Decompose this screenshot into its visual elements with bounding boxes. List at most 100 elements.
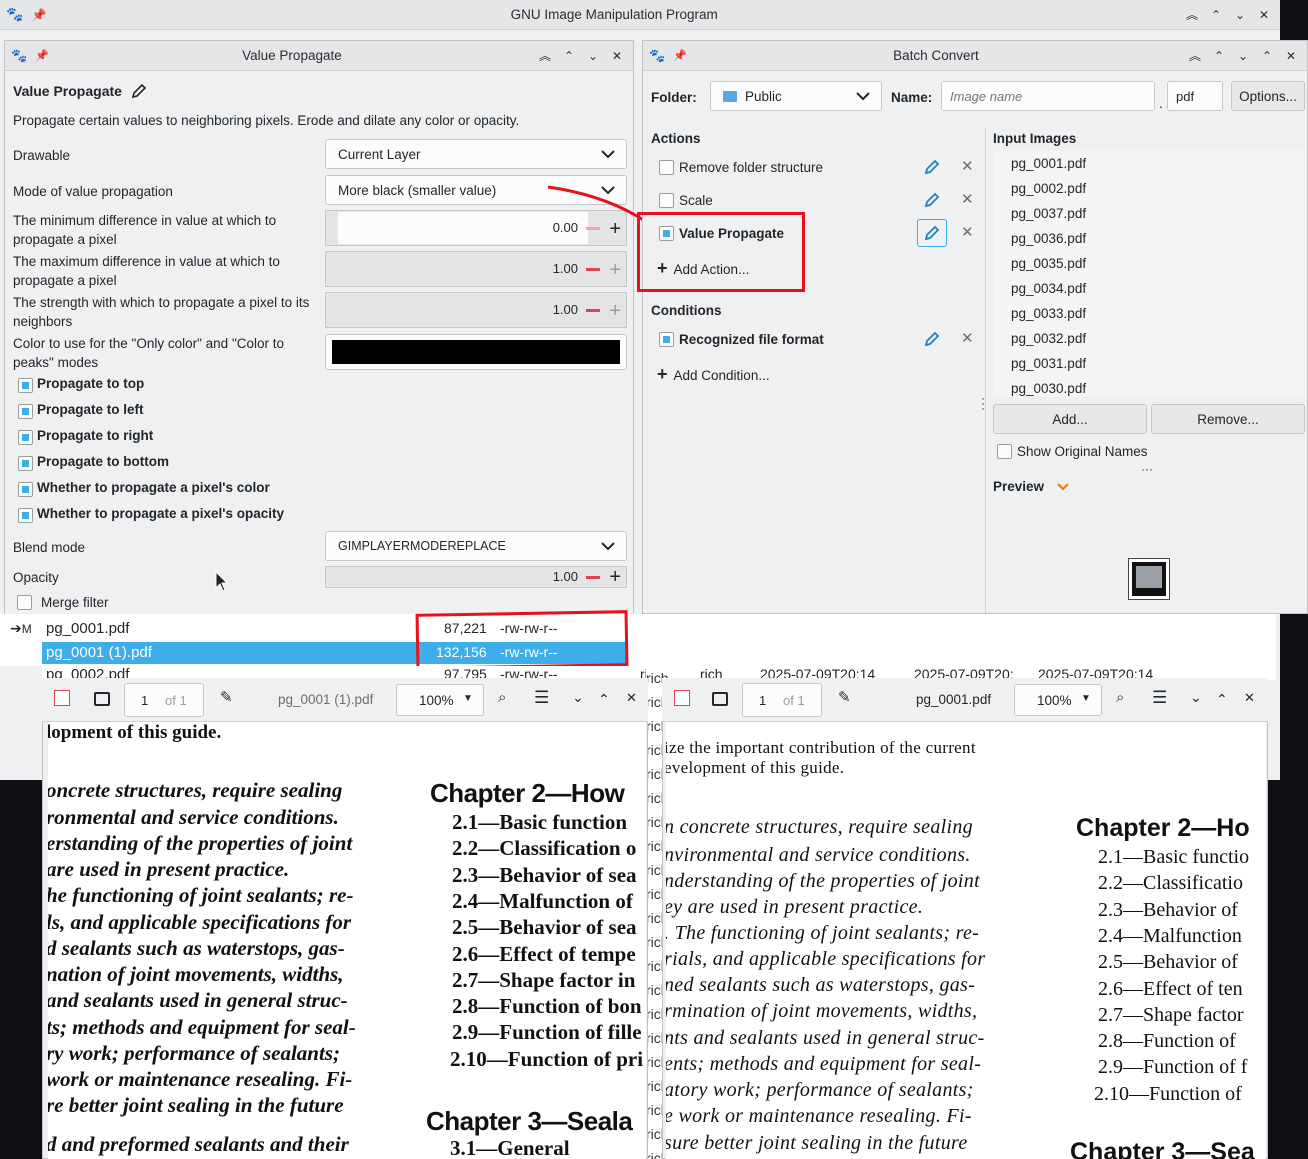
preview-label[interactable]: Preview <box>993 477 1070 496</box>
propagate-checkbox[interactable] <box>18 456 33 471</box>
minimize-icon[interactable]: ⌄ <box>583 46 603 66</box>
zoom-combo[interactable]: 100% ▼ <box>396 684 484 716</box>
action-checkbox[interactable] <box>659 160 674 175</box>
add-condition-button[interactable]: + Add Condition... <box>657 365 770 385</box>
sidebar-toggle-icon[interactable] <box>94 692 110 706</box>
merge-filter-checkbox[interactable] <box>17 595 32 610</box>
chevron-up-icon[interactable]: ⌃ <box>1216 691 1228 708</box>
show-original-names-checkbox[interactable] <box>997 444 1012 459</box>
close-icon[interactable]: ✕ <box>1244 690 1255 706</box>
input-images-list[interactable]: pg_0001.pdf pg_0002.pdf pg_0037.pdf pg_0036… <box>993 151 1305 397</box>
maximize-icon[interactable]: ⌃ <box>1209 46 1229 66</box>
strength-value[interactable]: 1.00 <box>553 302 578 317</box>
annotate-pen-icon[interactable]: ✎ <box>220 688 233 706</box>
batch-convert-titlebar[interactable]: 🐾 📌 Batch Convert ︽ ⌃ ⌄ ⌃ ✕ <box>643 41 1307 71</box>
propagate-checkbox[interactable] <box>18 430 33 445</box>
color-swatch <box>332 340 620 364</box>
close-icon[interactable]: ⌃ <box>1257 46 1277 66</box>
maximize-icon[interactable]: ⌃ <box>559 46 579 66</box>
annotate-pen-icon[interactable]: ✎ <box>838 688 851 706</box>
strength-spinner[interactable]: 1.00 + <box>325 292 627 328</box>
menu-icon[interactable]: ☰ <box>1152 688 1167 708</box>
propagate-checkbox[interactable] <box>18 404 33 419</box>
input-image-item[interactable]: pg_0034.pdf <box>1011 279 1086 298</box>
search-icon[interactable]: ⌕ <box>1116 689 1124 706</box>
folder-combo[interactable]: Public <box>710 81 882 111</box>
menu-icon[interactable]: ☰ <box>534 688 549 708</box>
image-name-input[interactable] <box>941 81 1155 111</box>
edit-pencil-icon[interactable] <box>917 219 947 247</box>
keep-above-icon[interactable]: ︽ <box>535 46 555 66</box>
pdf-toolbar-right: 1 of 1 ✎ pg_0001.pdf 100% ▼ ⌕ ☰ ⌄ ⌃ ✕ <box>662 678 1268 722</box>
extension-input[interactable]: pdf <box>1167 81 1223 111</box>
page-number-input[interactable]: 1 of 1 <box>124 683 204 717</box>
input-image-item[interactable]: pg_0036.pdf <box>1011 229 1086 248</box>
maximize-icon[interactable]: ⌃ <box>1206 5 1226 25</box>
sidebar-toggle-icon[interactable] <box>712 692 728 706</box>
pin-icon[interactable]: 📌 <box>673 49 687 62</box>
input-image-item[interactable]: pg_0033.pdf <box>1011 304 1086 323</box>
input-image-item[interactable]: pg_0035.pdf <box>1011 254 1086 273</box>
add-images-button[interactable]: Add... <box>993 404 1147 434</box>
keep-above-icon[interactable]: ︽ <box>1182 5 1202 25</box>
close-icon[interactable]: ✕ <box>626 690 637 706</box>
input-image-item[interactable]: pg_0001.pdf <box>1011 154 1086 173</box>
page-number-input[interactable]: 1 of 1 <box>742 683 822 717</box>
pin-icon[interactable]: 📌 <box>35 49 49 62</box>
edit-pencil-icon[interactable] <box>923 191 941 209</box>
decrement-icon[interactable] <box>586 268 600 271</box>
propagate-checkbox[interactable] <box>18 378 33 393</box>
max-diff-spinner[interactable]: 1.00 + <box>325 251 627 287</box>
folder-icon <box>723 90 737 102</box>
color-button[interactable] <box>325 334 627 370</box>
chevron-down-icon[interactable]: ⌄ <box>572 689 584 706</box>
options-button[interactable]: Options... <box>1231 81 1305 111</box>
pane-divider[interactable] <box>985 127 986 613</box>
decrement-icon[interactable] <box>586 309 600 312</box>
chevron-up-icon[interactable]: ⌃ <box>598 691 610 708</box>
folder-value: Public <box>745 88 782 104</box>
caret-down-icon: ▼ <box>463 693 473 704</box>
pane-handle-icon[interactable]: ··· <box>1141 462 1153 476</box>
input-image-item[interactable]: pg_0032.pdf <box>1011 329 1086 348</box>
pin-icon[interactable]: 📌 <box>31 8 46 22</box>
propagate-checkbox[interactable] <box>18 482 33 497</box>
edit-pencil-icon[interactable] <box>923 330 941 348</box>
remove-icon[interactable]: ✕ <box>961 329 974 347</box>
action-checkbox[interactable] <box>659 193 674 208</box>
blend-combo[interactable]: GIMPLAYERMODEREPLACE <box>325 531 627 561</box>
main-titlebar[interactable]: 🐾 📌 GNU Image Manipulation Program ︽ ⌃ ⌄… <box>0 0 1280 30</box>
propagate-checkbox[interactable] <box>18 508 33 523</box>
input-image-item[interactable]: pg_0031.pdf <box>1011 354 1086 373</box>
increment-icon[interactable]: + <box>609 567 621 587</box>
remove-icon[interactable]: ✕ <box>961 157 974 175</box>
opacity-spinner[interactable]: 1.00 + <box>325 566 627 588</box>
minimize-icon[interactable]: ⌄ <box>1230 5 1250 25</box>
zoom-combo[interactable]: 100% ▼ <box>1014 684 1102 716</box>
close-icon[interactable]: ✕ <box>1281 46 1301 66</box>
increment-icon[interactable]: + <box>609 301 621 321</box>
remove-icon[interactable]: ✕ <box>961 190 974 208</box>
value-propagate-titlebar[interactable]: 🐾 📌 Value Propagate ︽ ⌃ ⌄ ✕ <box>5 41 633 71</box>
input-image-item[interactable]: pg_0030.pdf <box>1011 379 1086 398</box>
input-image-item[interactable]: pg_0002.pdf <box>1011 179 1086 198</box>
pane-handle-icon[interactable]: ··· <box>981 392 985 414</box>
minimize-icon[interactable]: ⌄ <box>1233 46 1253 66</box>
batch-convert-dialog: 🐾 📌 Batch Convert ︽ ⌃ ⌄ ⌃ ✕ Folder: Publ… <box>642 40 1308 614</box>
max-diff-value[interactable]: 1.00 <box>553 261 578 276</box>
close-icon[interactable]: ✕ <box>1254 5 1274 25</box>
edit-pencil-icon[interactable] <box>131 83 147 99</box>
drawable-combo[interactable]: Current Layer <box>325 139 627 169</box>
increment-icon[interactable]: + <box>609 260 621 280</box>
input-image-item[interactable]: pg_0037.pdf <box>1011 204 1086 223</box>
chevron-down-icon[interactable]: ⌄ <box>1190 689 1202 706</box>
close-icon[interactable]: ✕ <box>607 46 627 66</box>
opacity-value[interactable]: 1.00 <box>553 569 578 584</box>
edit-pencil-icon[interactable] <box>923 158 941 176</box>
remove-images-button[interactable]: Remove... <box>1151 404 1305 434</box>
decrement-icon[interactable] <box>586 576 600 579</box>
search-icon[interactable]: ⌕ <box>498 689 506 706</box>
remove-icon[interactable]: ✕ <box>961 223 974 241</box>
keep-above-icon[interactable]: ︽ <box>1185 46 1205 66</box>
condition-checkbox[interactable] <box>659 332 674 347</box>
